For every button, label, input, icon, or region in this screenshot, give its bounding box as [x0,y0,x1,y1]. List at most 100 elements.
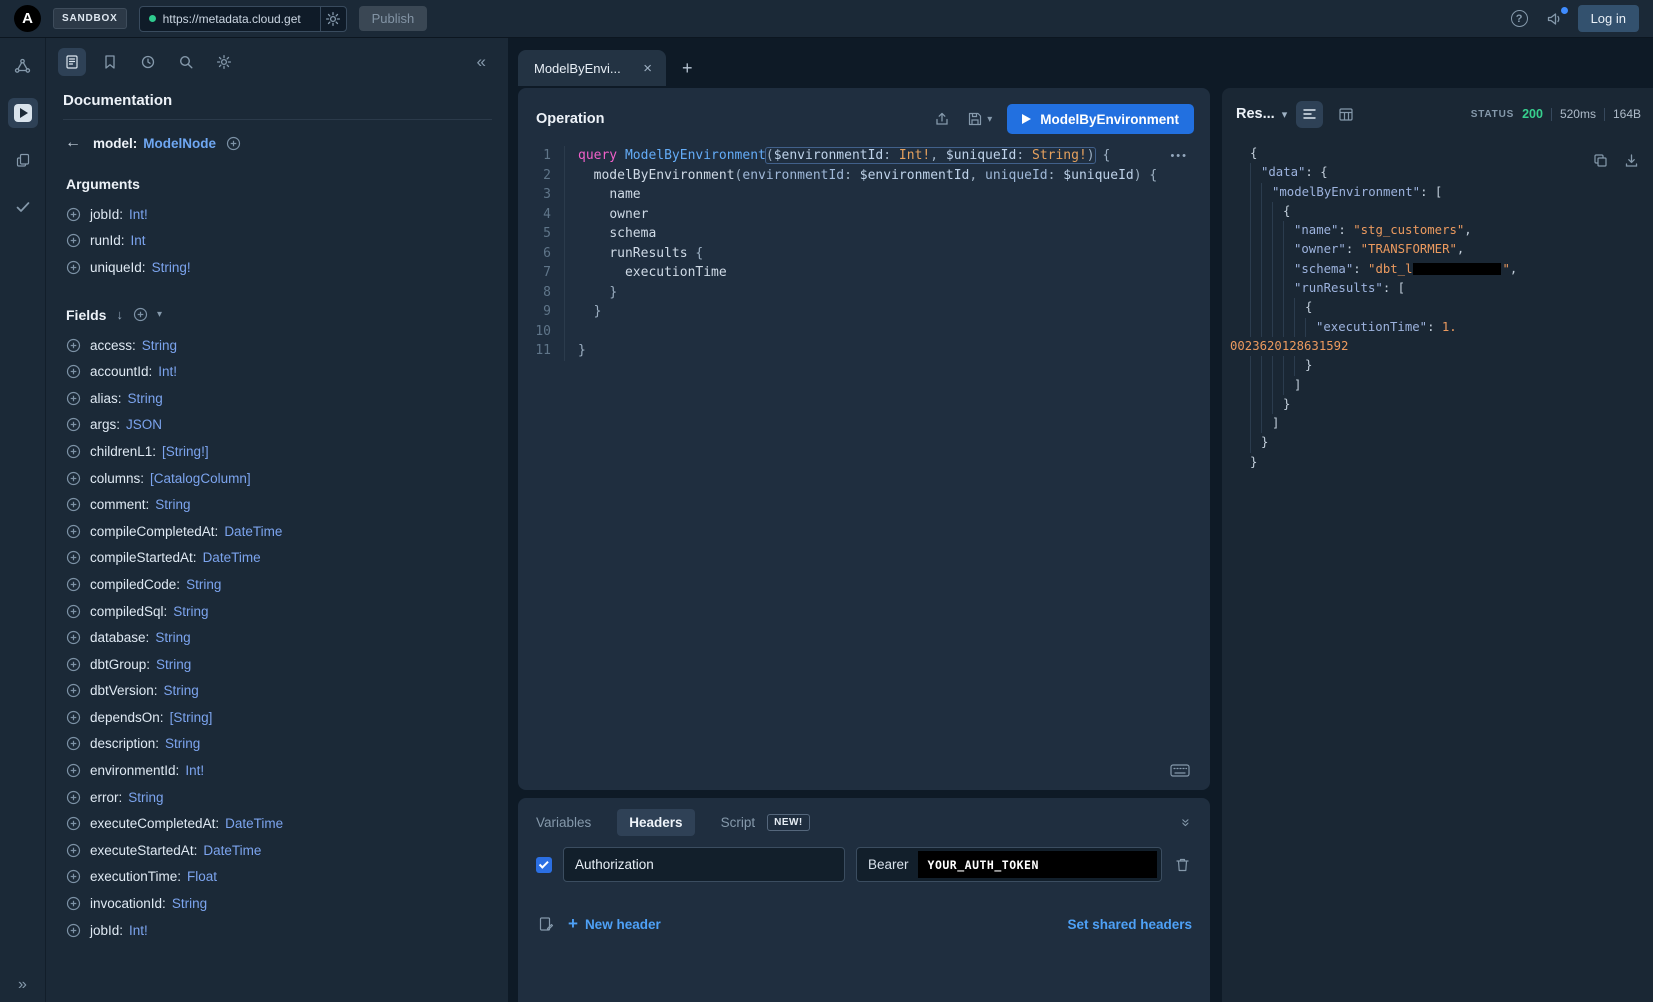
collapse-docs-button[interactable]: « [471,50,492,74]
field-type[interactable]: String [164,683,199,698]
tab-variables[interactable]: Variables [536,815,591,830]
field-type[interactable]: [String!] [162,444,209,459]
doc-field-row[interactable]: childrenL1: [String!] [46,438,508,465]
doc-field-row[interactable]: compiledSql: String [46,598,508,625]
search-button[interactable] [172,48,200,76]
add-to-query-button[interactable] [66,710,81,725]
docs-tab-button[interactable] [58,48,86,76]
sort-fields-button[interactable]: ↓ [115,307,124,322]
saved-operations-button[interactable] [96,48,124,76]
add-to-query-button[interactable] [66,497,81,512]
header-enabled-checkbox[interactable] [536,857,552,873]
add-to-query-button[interactable] [66,763,81,778]
history-button[interactable] [134,48,162,76]
add-to-query-button[interactable] [66,550,81,565]
field-type[interactable]: DateTime [203,843,261,858]
field-type[interactable]: Int! [129,923,148,938]
new-header-button[interactable]: + New header [568,914,661,934]
field-type[interactable]: String [128,790,163,805]
breadcrumb-type[interactable]: ModelNode [143,136,216,151]
header-value-input[interactable]: Bearer YOUR_AUTH_TOKEN [856,847,1162,882]
add-to-query-button[interactable] [66,524,81,539]
auth-token-value[interactable]: YOUR_AUTH_TOKEN [918,851,1157,878]
settings-button[interactable] [210,48,238,76]
endpoint-settings-button[interactable] [320,7,346,31]
doc-field-row[interactable]: dependsOn: [String] [46,704,508,731]
field-type[interactable]: String [186,577,221,592]
add-to-query-button[interactable] [66,577,81,592]
add-to-query-button[interactable] [66,391,81,406]
response-dropdown[interactable]: Res... ▾ [1236,106,1287,122]
doc-field-row[interactable]: compiledCode: String [46,571,508,598]
field-type[interactable]: String [155,497,190,512]
add-fields-menu-button[interactable]: ▾ [157,309,162,320]
formatted-view-button[interactable] [1296,101,1323,128]
doc-field-row[interactable]: args: JSON [46,412,508,439]
help-button[interactable]: ? [1508,7,1531,30]
add-to-query-button[interactable] [66,869,81,884]
close-tab-button[interactable]: × [641,60,654,77]
add-to-query-button[interactable] [66,233,81,248]
field-type[interactable]: String [165,736,200,751]
add-to-query-button[interactable] [66,630,81,645]
doc-field-row[interactable]: environmentId: Int! [46,757,508,784]
query-editor[interactable]: 1query ModelByEnvironment($environmentId… [518,146,1210,748]
add-to-query-button[interactable] [66,790,81,805]
endpoint-url-input[interactable]: https://metadata.cloud.get [140,7,320,31]
field-type[interactable]: DateTime [203,550,261,565]
add-to-query-button[interactable] [66,604,81,619]
add-to-query-button[interactable] [66,657,81,672]
doc-field-row[interactable]: columns: [CatalogColumn] [46,465,508,492]
bulk-edit-button[interactable] [536,914,556,934]
doc-field-row[interactable]: alias: String [46,385,508,412]
field-type[interactable]: Int! [185,763,204,778]
doc-field-row[interactable]: executeCompletedAt: DateTime [46,810,508,837]
announcements-button[interactable] [1543,8,1566,30]
header-key-input[interactable] [563,847,845,882]
field-type[interactable]: DateTime [225,816,283,831]
doc-field-row[interactable]: executeStartedAt: DateTime [46,837,508,864]
doc-field-row[interactable]: access: String [46,332,508,359]
doc-field-row[interactable]: description: String [46,731,508,758]
share-operation-button[interactable] [932,109,952,129]
add-to-query-button[interactable] [66,736,81,751]
doc-field-row[interactable]: comment: String [46,491,508,518]
field-type[interactable]: Float [187,869,217,884]
add-to-query-button[interactable] [66,444,81,459]
field-type[interactable]: String [172,896,207,911]
field-type[interactable]: Int! [158,364,177,379]
doc-field-row[interactable]: executionTime: Float [46,864,508,891]
field-type[interactable]: JSON [126,417,162,432]
doc-field-row[interactable]: compileStartedAt: DateTime [46,545,508,572]
add-type-button[interactable] [226,136,241,151]
keyboard-shortcuts-button[interactable] [1170,763,1190,778]
download-response-button[interactable] [1623,152,1640,169]
tab-script[interactable]: Script [721,815,756,830]
add-to-query-button[interactable] [66,896,81,911]
add-to-query-button[interactable] [66,923,81,938]
add-to-query-button[interactable] [66,843,81,858]
doc-field-row[interactable]: runId: Int [46,228,508,255]
doc-field-row[interactable]: database: String [46,624,508,651]
tab-headers[interactable]: Headers [617,809,694,836]
doc-field-row[interactable]: accountId: Int! [46,358,508,385]
doc-field-row[interactable]: dbtVersion: String [46,678,508,705]
add-to-query-button[interactable] [66,260,81,275]
doc-field-row[interactable]: jobId: Int! [46,917,508,944]
add-to-query-button[interactable] [66,338,81,353]
table-view-button[interactable] [1332,101,1359,128]
add-to-query-button[interactable] [66,417,81,432]
field-type[interactable]: String! [152,260,191,275]
field-type[interactable]: String [128,391,163,406]
field-type[interactable]: String [173,604,208,619]
field-type[interactable]: [String] [170,710,213,725]
field-type[interactable]: String [156,657,191,672]
new-tab-button[interactable]: + [672,50,703,86]
doc-field-row[interactable]: invocationId: String [46,890,508,917]
run-operation-button[interactable]: ModelByEnvironment [1007,104,1194,134]
doc-field-row[interactable]: uniqueId: String! [46,254,508,281]
add-to-query-button[interactable] [66,683,81,698]
doc-field-row[interactable]: error: String [46,784,508,811]
field-type[interactable]: String [142,338,177,353]
field-type[interactable]: String [155,630,190,645]
